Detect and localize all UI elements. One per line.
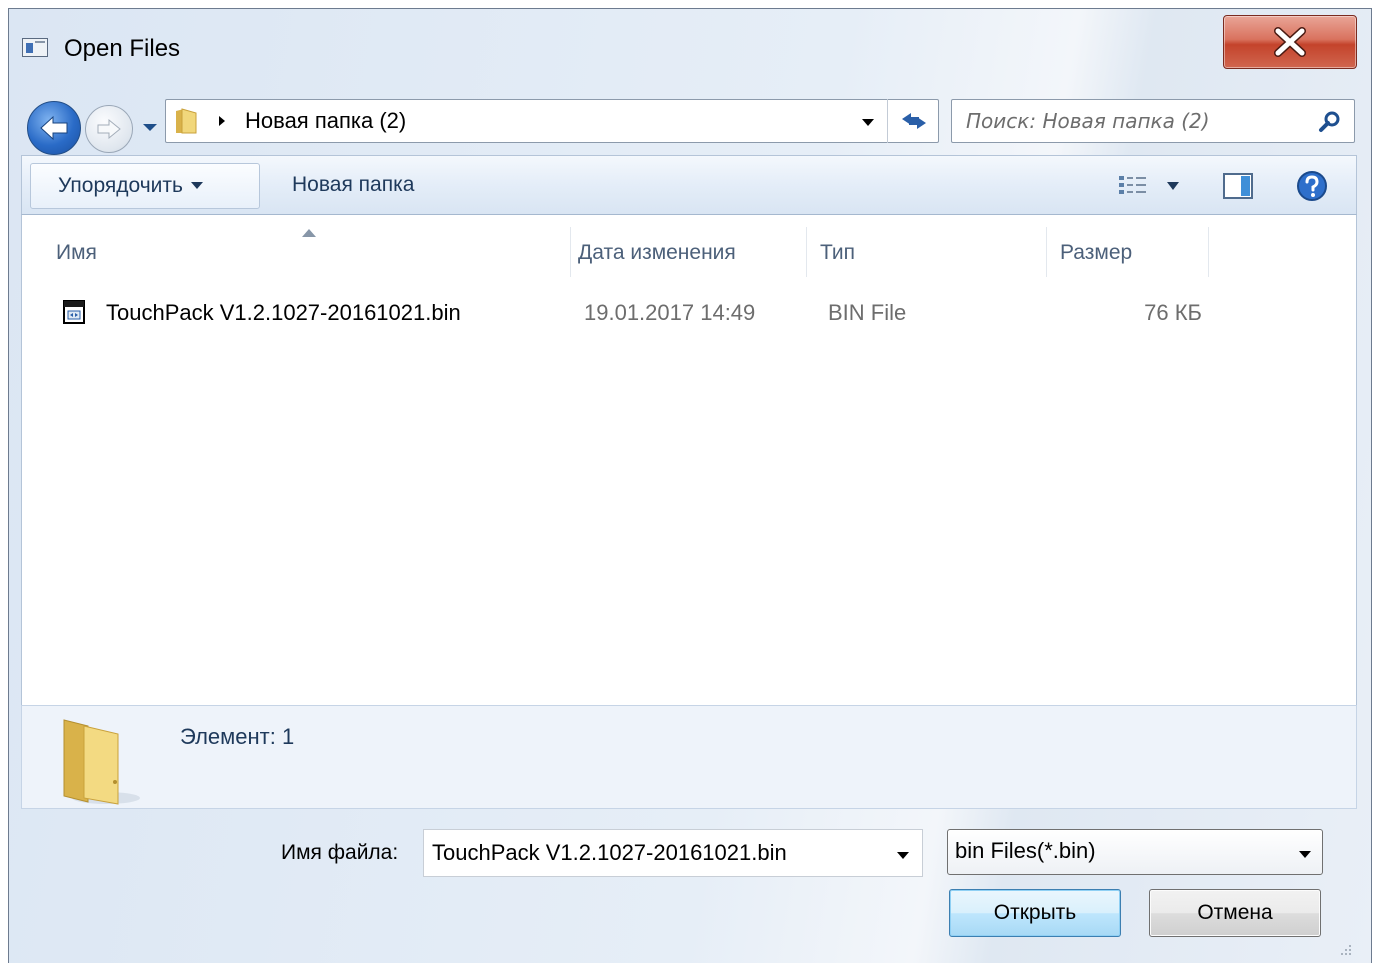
organize-label: Упорядочить [58,174,183,197]
file-name: TouchPack V1.2.1027-20161021.bin [106,300,461,325]
open-files-dialog: Open Files Новая папка (2) Поиск: Новая … [8,8,1372,963]
cancel-button[interactable]: Отмена [1149,889,1321,937]
app-window-icon [22,38,48,57]
item-count: Элемент: 1 [180,724,295,749]
column-divider[interactable] [806,227,807,277]
folder-icon [63,719,140,805]
chevron-down-icon [1299,851,1311,858]
breadcrumb-arrow-icon[interactable] [218,115,226,127]
column-header-date[interactable]: Дата изменения [578,241,736,265]
new-folder-button[interactable]: Новая папка [292,173,414,197]
bin-file-icon [63,300,85,324]
organize-button[interactable]: Упорядочить [30,163,260,209]
search-box[interactable] [951,99,1355,143]
chevron-down-icon[interactable] [896,850,910,860]
back-arrow-icon [40,115,68,141]
file-list[interactable]: Имя Дата изменения Тип Размер TouchPack … [21,215,1357,705]
column-header-name[interactable]: Имя [56,241,97,265]
filename-label: Имя файла: [281,841,399,864]
forward-arrow-icon [97,118,121,140]
file-date: 19.01.2017 14:49 [584,300,756,325]
address-bar[interactable]: Новая папка (2) [165,99,939,143]
chevron-down-icon [190,182,203,189]
column-divider[interactable] [570,227,571,277]
chevron-down-icon [1167,182,1179,190]
column-header-size[interactable]: Размер [1060,241,1132,265]
search-input[interactable] [966,107,1306,135]
help-icon[interactable] [1296,170,1328,202]
resize-grip-icon[interactable] [1339,943,1353,957]
change-view-button[interactable] [1118,172,1184,200]
filename-input[interactable] [432,838,872,868]
column-divider[interactable] [1046,227,1047,277]
refresh-icon [902,113,926,129]
folder-icon [176,108,197,134]
close-icon [1274,27,1306,57]
breadcrumb-segment[interactable]: Новая папка (2) [245,108,406,134]
search-icon[interactable] [1318,110,1342,134]
open-button[interactable]: Открыть [949,889,1121,937]
sort-ascending-icon [302,229,316,237]
address-dropdown-icon[interactable] [861,117,875,127]
forward-button[interactable] [85,105,133,153]
filename-combobox[interactable] [423,829,923,877]
column-header-type[interactable]: Тип [820,241,855,265]
file-size: 76 КБ [1144,300,1202,325]
column-divider[interactable] [1208,227,1209,277]
recent-locations-dropdown-icon[interactable] [140,119,160,135]
file-row[interactable]: TouchPack V1.2.1027-20161021.bin 19.01.2… [22,291,1356,335]
views-icon [1119,176,1146,194]
close-button[interactable] [1223,15,1357,69]
file-type-filter[interactable]: bin Files(*.bin) [947,829,1323,875]
preview-pane-icon[interactable] [1222,170,1254,202]
file-type-filter-value: bin Files(*.bin) [955,838,1096,863]
back-button[interactable] [27,101,81,155]
file-type: BIN File [828,300,907,325]
title-bar[interactable]: Open Files [9,9,1371,89]
command-toolbar: Упорядочить Новая папка [21,155,1357,215]
details-pane: Элемент: 1 [21,705,1357,809]
window-title: Open Files [64,35,181,62]
refresh-button[interactable] [887,99,940,143]
